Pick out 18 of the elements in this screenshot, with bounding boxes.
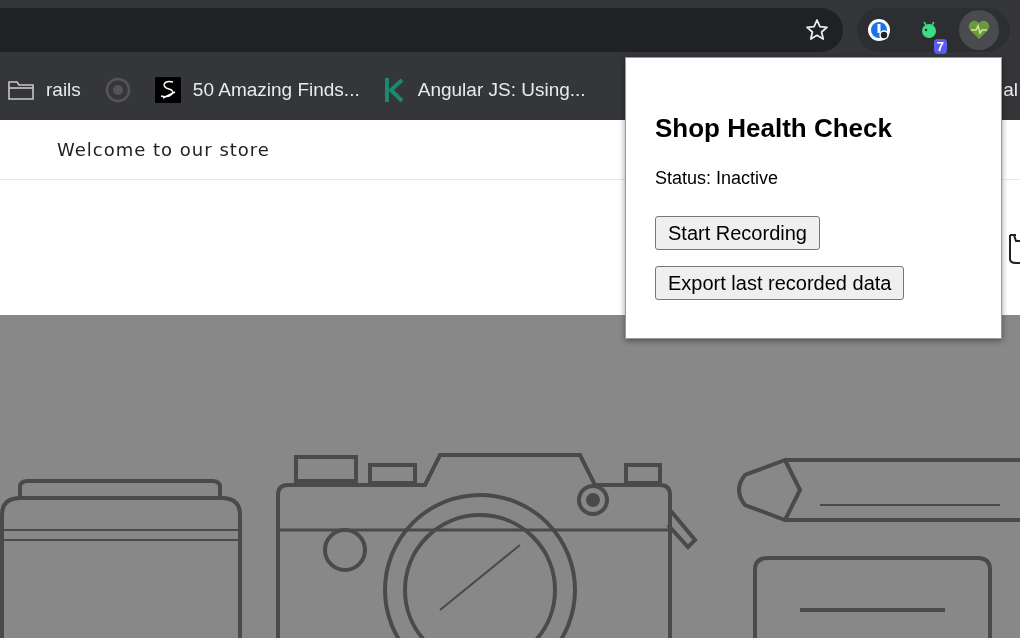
heart-icon (967, 19, 991, 41)
bookmark-item[interactable]: 50 Amazing Finds... (154, 75, 360, 105)
k-logo-icon (383, 77, 406, 103)
extension-button[interactable] (959, 10, 999, 50)
bookmark-item[interactable]: al (1003, 75, 1018, 105)
cat-logo-icon (104, 77, 131, 103)
popup-button[interactable]: Export last recorded data (655, 266, 905, 300)
scribble-logo-icon (154, 77, 181, 103)
bookmark-item[interactable]: Angular JS: Using... (383, 75, 586, 105)
bookmark-star-icon[interactable] (805, 18, 829, 42)
notification-badge: 7 (933, 39, 947, 54)
popup-title: Shop Health Check (655, 113, 893, 143)
announcement-text: Welcome to our store (57, 138, 270, 162)
popup-button[interactable]: Start Recording (655, 216, 820, 250)
bookmark-item[interactable]: rails (8, 75, 81, 105)
status-text: Status: Inactive (655, 167, 780, 190)
password-key-icon (866, 17, 892, 43)
folder-icon (8, 80, 34, 100)
